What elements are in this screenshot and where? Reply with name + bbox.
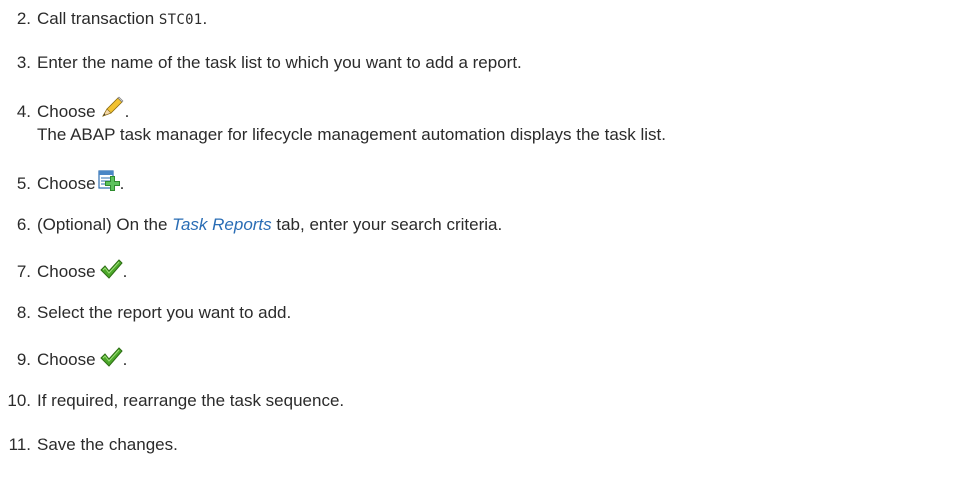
step-number: 5. <box>16 174 31 193</box>
ui-term-task-reports: Task Reports <box>172 215 272 234</box>
step-number: 11. <box>8 435 31 454</box>
checkmark-icon <box>99 258 123 286</box>
step-7: 7. Choose . <box>0 258 127 286</box>
step-suffix: . <box>122 262 128 281</box>
step-text: If required, rearrange the task sequence… <box>37 391 345 410</box>
step-text: Call transaction STC01. <box>31 8 207 31</box>
pencil-icon <box>99 96 125 126</box>
step-9: 9. Choose . <box>0 346 127 374</box>
step-number: 2. <box>16 9 31 28</box>
step-text: Choose . <box>31 346 127 374</box>
step-text-main: Choose <box>37 102 96 121</box>
step-4: 4. Choose . <box>0 96 129 126</box>
step-text: (Optional) On the Task Reports tab, ente… <box>31 214 502 236</box>
step-number: 3. <box>16 53 31 72</box>
step-suffix: . <box>119 174 125 193</box>
step-6: 6. (Optional) On the Task Reports tab, en… <box>0 214 502 236</box>
step-11: 11. Save the changes. <box>0 434 178 456</box>
step-suffix: . <box>124 102 130 121</box>
step-text: Select the report you want to add. <box>37 303 292 322</box>
step-10: 10. If required, rearrange the task seque… <box>0 390 344 412</box>
step-number: 9. <box>16 350 31 369</box>
step-text-main: tab, enter your search criteria. <box>271 215 503 234</box>
step-text-main: Choose <box>37 350 96 369</box>
step-text: Save the changes. <box>37 435 178 454</box>
step-4-result: The ABAP task manager for lifecycle mana… <box>37 125 666 144</box>
step-number: 7. <box>16 262 31 281</box>
step-8: 8. Select the report you want to add. <box>0 302 291 324</box>
step-3: 3. Enter the name of the task list to whi… <box>0 52 522 74</box>
step-text: Enter the name of the task list to which… <box>37 53 522 72</box>
step-suffix: . <box>122 350 128 369</box>
step-number: 6. <box>16 215 31 234</box>
add-row-icon <box>98 170 120 198</box>
step-text-main: Choose <box>37 174 96 193</box>
transaction-code: STC01 <box>158 12 203 28</box>
step-text: Choose . <box>31 170 124 198</box>
step-2: 2. Call transaction STC01. <box>0 8 207 31</box>
step-text-main: Choose <box>37 262 96 281</box>
step-number: 4. <box>16 102 31 121</box>
checkmark-icon <box>99 346 123 374</box>
step-text: Choose . <box>31 96 129 126</box>
step-text-prefix: (Optional) On the <box>37 215 173 234</box>
step-suffix: . <box>202 9 208 28</box>
step-text-main: Call transaction <box>37 9 159 28</box>
step-number: 10. <box>7 391 31 410</box>
step-text: Choose . <box>31 258 127 286</box>
step-5: 5. Choose . <box>0 170 124 198</box>
step-number: 8. <box>16 303 31 322</box>
